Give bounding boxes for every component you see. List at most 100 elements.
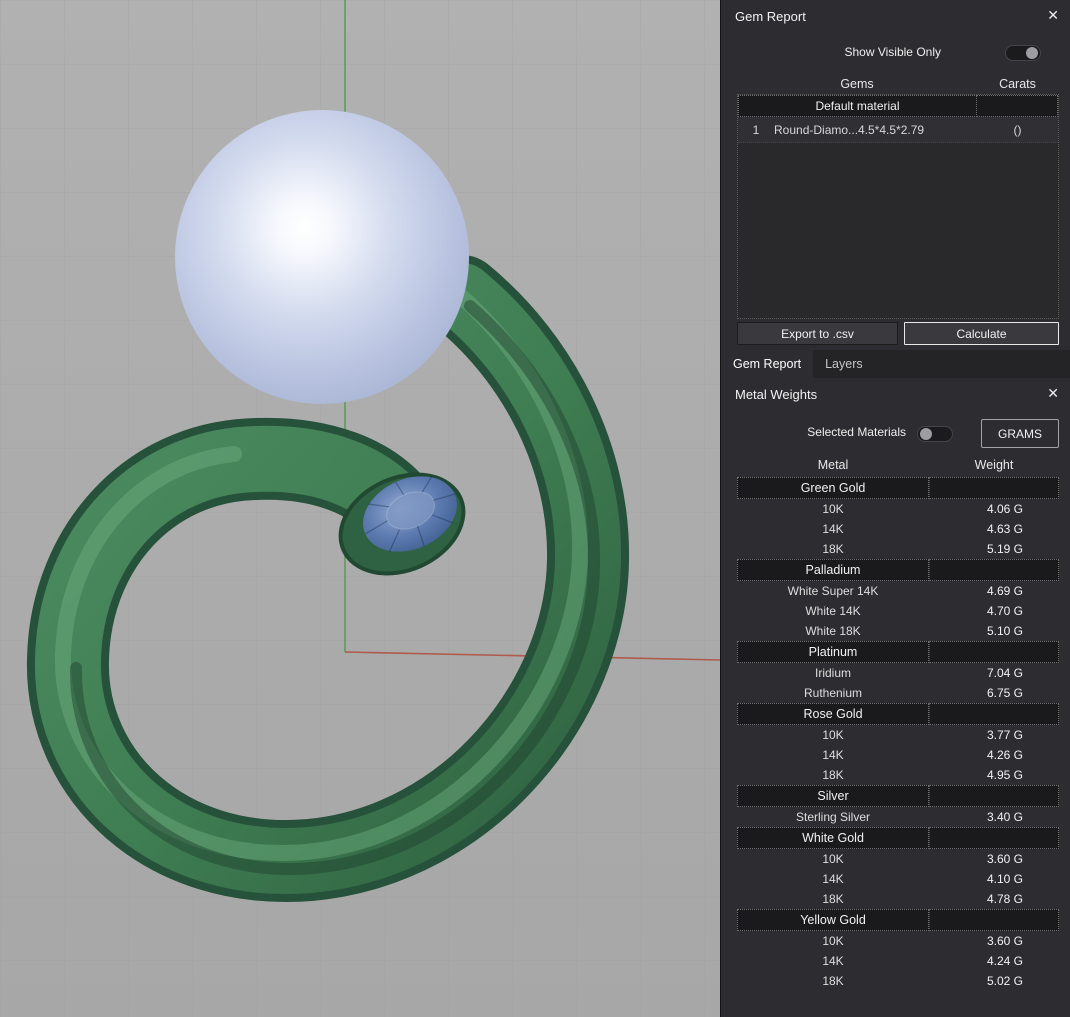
- tab-layers[interactable]: Layers: [813, 350, 875, 378]
- metal-row[interactable]: 18K 5.19 G: [737, 539, 1059, 559]
- side-panel-area: Gem Report ✕ Show Visible Only Gems Cara…: [720, 0, 1070, 1017]
- metal-row-weight: 3.77 G: [986, 728, 1023, 742]
- gem-table-row[interactable]: 1 Round-Diamo... 4.5*4.5*2.79 (): [738, 117, 1058, 143]
- metal-group-weight-cell: [929, 785, 1059, 807]
- metal-row-weight: 3.60 G: [986, 934, 1023, 948]
- metal-row[interactable]: Iridium 7.04 G: [737, 663, 1059, 683]
- metal-row[interactable]: White 14K 4.70 G: [737, 601, 1059, 621]
- metal-group-header: Silver: [737, 785, 1059, 807]
- metal-row[interactable]: 10K 4.06 G: [737, 499, 1059, 519]
- metal-row-name: 10K: [822, 852, 844, 866]
- metal-row[interactable]: 18K 4.78 G: [737, 889, 1059, 909]
- metal-weights-title: Metal Weights: [735, 387, 818, 402]
- metal-group-weight-cell: [929, 909, 1059, 931]
- metal-row-name: White Super 14K: [787, 584, 879, 598]
- toggle-knob: [1026, 47, 1038, 59]
- selected-materials-label: Selected Materials: [807, 425, 906, 439]
- metal-row-name: Iridium: [814, 666, 851, 680]
- panel-tab-strip: Gem Report Layers: [721, 350, 1070, 378]
- metal-row-name: 14K: [822, 748, 844, 762]
- metal-row-weight: 4.26 G: [986, 748, 1023, 762]
- close-icon[interactable]: ✕: [1047, 7, 1059, 24]
- metal-row[interactable]: 14K 4.24 G: [737, 951, 1059, 971]
- tab-gem-report[interactable]: Gem Report: [721, 350, 814, 378]
- metal-row[interactable]: Sterling Silver 3.40 G: [737, 807, 1059, 827]
- grams-button[interactable]: GRAMS: [981, 419, 1059, 448]
- carats-column-header: Carats: [999, 77, 1036, 91]
- metal-row-name: 10K: [822, 502, 844, 516]
- metal-row-name: 10K: [822, 728, 844, 742]
- close-icon[interactable]: ✕: [1047, 385, 1059, 402]
- metal-row-weight: 4.70 G: [986, 604, 1023, 618]
- gem-row-name: Round-Diamo...: [774, 122, 858, 137]
- gem-report-title: Gem Report: [735, 9, 806, 24]
- gem-group-header-carats-cell: [977, 95, 1058, 117]
- gem-row-carats: (): [1013, 122, 1022, 137]
- metal-row-weight: 4.69 G: [986, 584, 1023, 598]
- metal-group-name: Palladium: [737, 559, 929, 581]
- metal-row[interactable]: 10K 3.60 G: [737, 849, 1059, 869]
- metal-group-header: White Gold: [737, 827, 1059, 849]
- metal-row-weight: 7.04 G: [986, 666, 1023, 680]
- metal-row[interactable]: 18K 5.02 G: [737, 971, 1059, 991]
- metal-group-header: Palladium: [737, 559, 1059, 581]
- metal-row-weight: 3.60 G: [986, 852, 1023, 866]
- export-csv-button[interactable]: Export to .csv: [737, 322, 898, 345]
- metal-row-weight: 4.95 G: [986, 768, 1023, 782]
- metal-group-name: Yellow Gold: [737, 909, 929, 931]
- metal-group-weight-cell: [929, 641, 1059, 663]
- metal-row-name: White 14K: [805, 604, 861, 618]
- gem-group-header: Default material: [738, 95, 1058, 117]
- metal-row-weight: 4.63 G: [986, 522, 1023, 536]
- gem-report-panel: Gem Report ✕ Show Visible Only Gems Cara…: [721, 0, 1070, 350]
- metal-row-name: White 18K: [805, 624, 861, 638]
- selected-materials-toggle[interactable]: [917, 426, 953, 442]
- weight-column-header: Weight: [974, 458, 1014, 472]
- metal-row-name: 14K: [822, 954, 844, 968]
- metal-row[interactable]: 10K 3.77 G: [737, 725, 1059, 745]
- metal-row-weight: 3.40 G: [986, 810, 1023, 824]
- metal-row[interactable]: 18K 4.95 G: [737, 765, 1059, 785]
- metal-row-name: Ruthenium: [803, 686, 863, 700]
- metal-row-weight: 6.75 G: [986, 686, 1023, 700]
- metal-group-header: Platinum: [737, 641, 1059, 663]
- metal-column-header: Metal: [817, 458, 849, 472]
- gems-column-header: Gems: [840, 77, 874, 91]
- metal-row-name: 14K: [822, 522, 844, 536]
- metal-group-weight-cell: [929, 477, 1059, 499]
- metal-row-weight: 4.10 G: [986, 872, 1023, 886]
- metal-group-name: Green Gold: [737, 477, 929, 499]
- metal-group-weight-cell: [929, 703, 1059, 725]
- metal-row[interactable]: 10K 3.60 G: [737, 931, 1059, 951]
- metal-row-weight: 4.06 G: [986, 502, 1023, 516]
- ring-3d-render: [0, 0, 720, 1017]
- gem-table: Default material 1 Round-Diamo... 4.5*4.5*…: [737, 94, 1059, 319]
- metal-row-name: 10K: [822, 934, 844, 948]
- metal-group-name: Silver: [737, 785, 929, 807]
- metal-group-weight-cell: [929, 559, 1059, 581]
- metal-group-weight-cell: [929, 827, 1059, 849]
- metal-row[interactable]: 14K 4.10 G: [737, 869, 1059, 889]
- metal-group-name: White Gold: [737, 827, 929, 849]
- metal-row[interactable]: 14K 4.26 G: [737, 745, 1059, 765]
- show-visible-only-toggle[interactable]: [1005, 45, 1041, 61]
- metal-row[interactable]: Ruthenium 6.75 G: [737, 683, 1059, 703]
- pearl-sphere[interactable]: [175, 110, 469, 404]
- metal-row-weight: 4.78 G: [986, 892, 1023, 906]
- metal-group-name: Platinum: [737, 641, 929, 663]
- 3d-viewport[interactable]: [0, 0, 720, 1017]
- metal-group-header: Green Gold: [737, 477, 1059, 499]
- metal-row-name: 14K: [822, 872, 844, 886]
- metal-row-weight: 4.24 G: [986, 954, 1023, 968]
- gem-row-size: 4.5*4.5*2.79: [858, 122, 925, 137]
- metal-row[interactable]: White Super 14K 4.69 G: [737, 581, 1059, 601]
- metal-row[interactable]: 14K 4.63 G: [737, 519, 1059, 539]
- metal-row-weight: 5.19 G: [986, 542, 1023, 556]
- metal-weights-panel: Metal Weights ✕ Selected Materials GRAMS…: [721, 378, 1070, 1017]
- gem-table-body: 1 Round-Diamo... 4.5*4.5*2.79 (): [738, 117, 1058, 143]
- metal-row-name: 18K: [822, 892, 844, 906]
- show-visible-only-label: Show Visible Only: [844, 45, 942, 59]
- metal-row[interactable]: White 18K 5.10 G: [737, 621, 1059, 641]
- calculate-button[interactable]: Calculate: [904, 322, 1059, 345]
- gem-group-header-label: Default material: [738, 95, 977, 117]
